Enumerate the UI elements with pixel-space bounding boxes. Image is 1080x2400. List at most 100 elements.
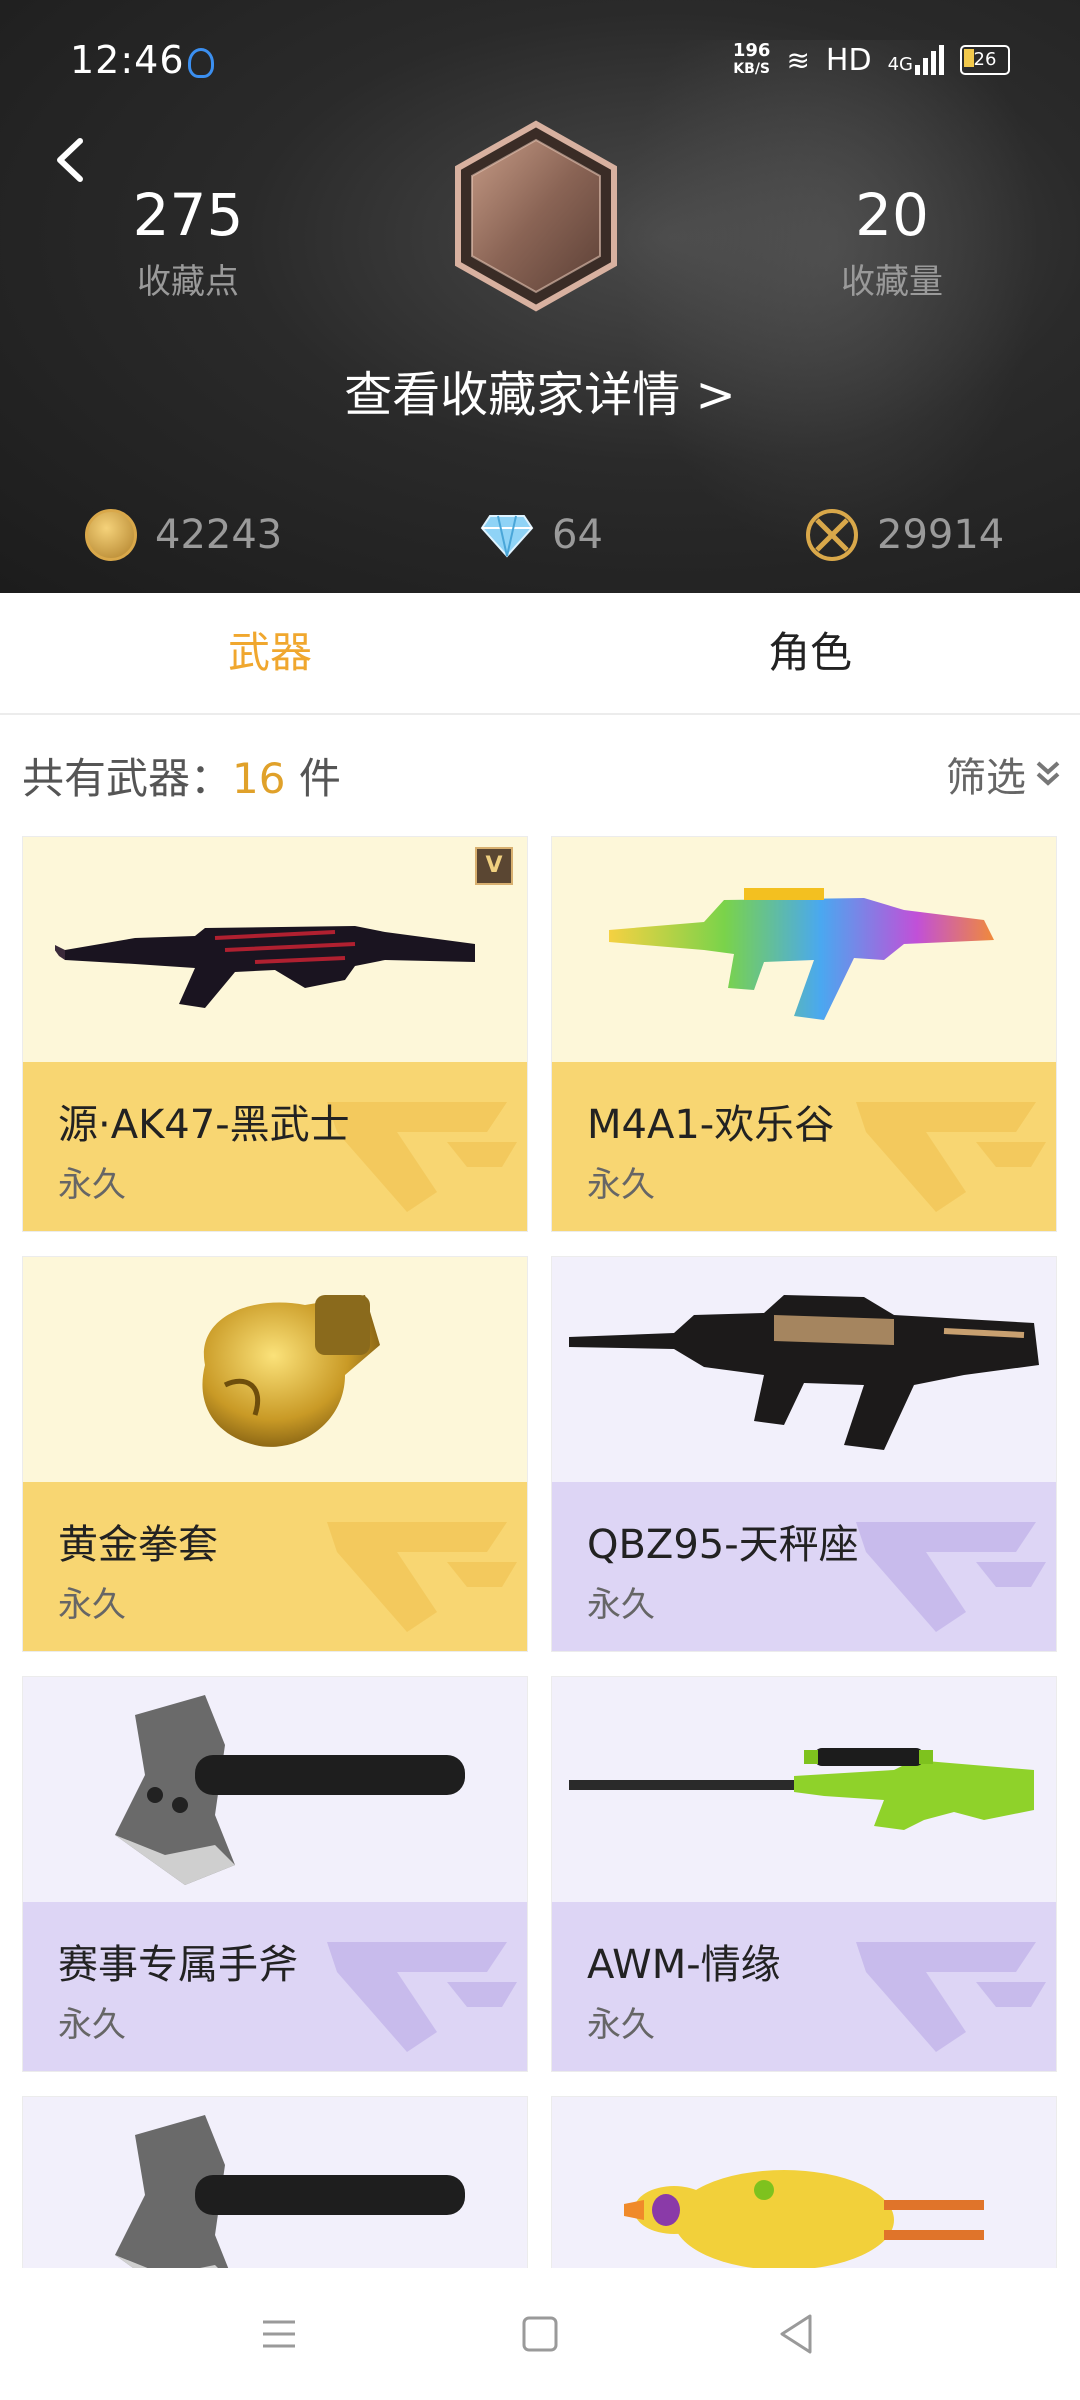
weapon-image <box>23 1257 527 1482</box>
battery-icon: 26 <box>960 45 1010 75</box>
weapon-info: 源·AK47-黑武士 永久 <box>23 1062 527 1231</box>
square-home-icon <box>522 2316 558 2352</box>
diamond-icon <box>480 515 534 558</box>
weapon-name: AWM-情缘 <box>587 1942 781 1988</box>
hatchet-icon <box>115 1694 465 1885</box>
weapon-card-m4a1[interactable]: M4A1-欢乐谷 永久 <box>551 836 1057 1232</box>
weapon-image: V <box>23 837 527 1062</box>
weapon-image <box>23 2097 527 2268</box>
weapon-grid: V 源·AK47-黑武士 永久 M4A1-欢乐谷 永久 黄金拳套 永久 QBZ9… <box>0 836 1080 2268</box>
weapon-name: 源·AK47-黑武士 <box>58 1102 350 1148</box>
menu-icon <box>263 2320 295 2348</box>
collector-header: 12:46 196 KB/S ≋ HD 4G 26 275 收藏点 20 收藏量… <box>0 0 1080 593</box>
filter-button[interactable]: 筛选 <box>946 745 1062 803</box>
weapon-image <box>23 1677 527 1902</box>
golden-boxing-glove-icon <box>202 1294 380 1447</box>
cf-watermark-icon <box>856 1522 1046 1632</box>
collection-points-value: 275 <box>132 181 244 249</box>
weapon-info: 黄金拳套 永久 <box>23 1482 527 1651</box>
menu-button[interactable] <box>255 2310 303 2358</box>
status-bar: 12:46 196 KB/S ≋ HD 4G 26 <box>0 0 1080 95</box>
weapon-name: M4A1-欢乐谷 <box>587 1102 835 1148</box>
coin-icon <box>85 509 137 561</box>
double-chevron-down-icon <box>1036 761 1060 786</box>
network-type: 4G <box>887 54 913 75</box>
weapon-count-prefix: 共有武器： <box>22 754 233 803</box>
weapon-image <box>552 2097 1056 2268</box>
awm-sniper-icon <box>569 1747 1034 1830</box>
crossed-swords-icon <box>806 509 858 561</box>
rubber-chicken-icon <box>624 2169 984 2268</box>
m4a1-rainbow-rifle-icon <box>609 887 994 1020</box>
collection-count-value: 20 <box>855 181 929 249</box>
weapon-duration: 永久 <box>587 2005 655 2045</box>
chevron-left-icon <box>57 138 83 182</box>
filter-label: 筛选 <box>946 755 1026 801</box>
weapon-card-rubber-chicken[interactable] <box>551 2096 1057 2268</box>
collection-points-stat: 275 收藏点 <box>78 180 298 303</box>
cf-watermark-icon <box>327 1522 517 1632</box>
tab-weapons[interactable]: 武器 <box>0 593 540 713</box>
weapon-name: QBZ95-天秤座 <box>587 1522 859 1568</box>
weapon-info: 赛事专属手斧 永久 <box>23 1902 527 2071</box>
status-time: 12:46 <box>70 38 185 82</box>
collection-count-label: 收藏量 <box>841 262 943 302</box>
weapon-image <box>552 1257 1056 1482</box>
back-nav-button[interactable] <box>772 2310 820 2358</box>
weapon-duration: 永久 <box>587 1165 655 1205</box>
v-badge-icon: V <box>475 847 513 885</box>
honor-balance: 29914 <box>805 505 1004 565</box>
ak47-rifle-icon <box>55 925 475 1008</box>
category-tabs: 武器 角色 <box>0 593 1080 715</box>
qq-notification-icon <box>188 48 214 78</box>
hd-indicator: HD <box>825 42 872 78</box>
status-indicators: 196 KB/S ≋ HD 4G 26 <box>733 40 1010 80</box>
weapon-card-qbz95[interactable]: QBZ95-天秤座 永久 <box>551 1256 1057 1652</box>
cf-watermark-icon <box>856 1102 1046 1212</box>
diamond-balance: 64 <box>480 505 603 565</box>
hexagon-badge-icon <box>455 120 617 312</box>
wifi-icon: ≋ <box>786 43 810 77</box>
weapon-card-golden-glove[interactable]: 黄金拳套 永久 <box>22 1256 528 1652</box>
qbz95-rifle-icon <box>569 1294 1039 1450</box>
coin-value: 42243 <box>155 512 283 558</box>
weapon-count: 共有武器：16 件 <box>22 745 341 806</box>
hatchet-icon <box>115 2114 465 2268</box>
weapon-info: AWM-情缘 永久 <box>552 1902 1056 2071</box>
collection-count-stat: 20 收藏量 <box>782 180 1002 303</box>
weapon-card-ak47[interactable]: V 源·AK47-黑武士 永久 <box>22 836 528 1232</box>
weapon-count-bar: 共有武器：16 件 筛选 <box>0 715 1080 830</box>
diamond-value: 64 <box>552 512 603 558</box>
collector-rank-badge[interactable] <box>452 120 620 312</box>
home-button[interactable] <box>516 2310 564 2358</box>
collection-points-label: 收藏点 <box>137 262 239 302</box>
network-speed-value: 196 <box>732 40 771 61</box>
weapon-name: 黄金拳套 <box>58 1522 218 1568</box>
weapon-card-hatchet-2[interactable] <box>22 2096 528 2268</box>
weapon-duration: 永久 <box>58 1165 126 1205</box>
weapon-duration: 永久 <box>58 1585 126 1625</box>
weapon-image <box>552 1677 1056 1902</box>
weapon-card-hatchet[interactable]: 赛事专属手斧 永久 <box>22 1676 528 2072</box>
cf-watermark-icon <box>327 1942 517 2052</box>
cf-watermark-icon <box>856 1942 1046 2052</box>
weapon-name: 赛事专属手斧 <box>58 1942 298 1988</box>
view-collector-details-link[interactable]: 查看收藏家详情 > <box>0 355 1080 425</box>
weapon-duration: 永久 <box>587 1585 655 1625</box>
weapon-duration: 永久 <box>58 2005 126 2045</box>
battery-level: 26 <box>973 49 997 70</box>
system-navigation-bar <box>0 2268 1080 2400</box>
weapon-card-awm[interactable]: AWM-情缘 永久 <box>551 1676 1057 2072</box>
honor-value: 29914 <box>877 512 1005 558</box>
triangle-back-icon <box>780 2314 812 2354</box>
weapon-image <box>552 837 1056 1062</box>
tab-characters[interactable]: 角色 <box>540 593 1080 713</box>
network-speed: 196 KB/S <box>733 42 771 78</box>
weapon-info: M4A1-欢乐谷 永久 <box>552 1062 1056 1231</box>
network-speed-unit: KB/S <box>733 61 771 77</box>
coin-balance: 42243 <box>85 505 282 565</box>
weapon-count-suffix: 件 <box>285 754 341 803</box>
signal-icon: 4G <box>888 45 944 75</box>
back-button[interactable] <box>50 135 90 185</box>
weapon-info: QBZ95-天秤座 永久 <box>552 1482 1056 1651</box>
